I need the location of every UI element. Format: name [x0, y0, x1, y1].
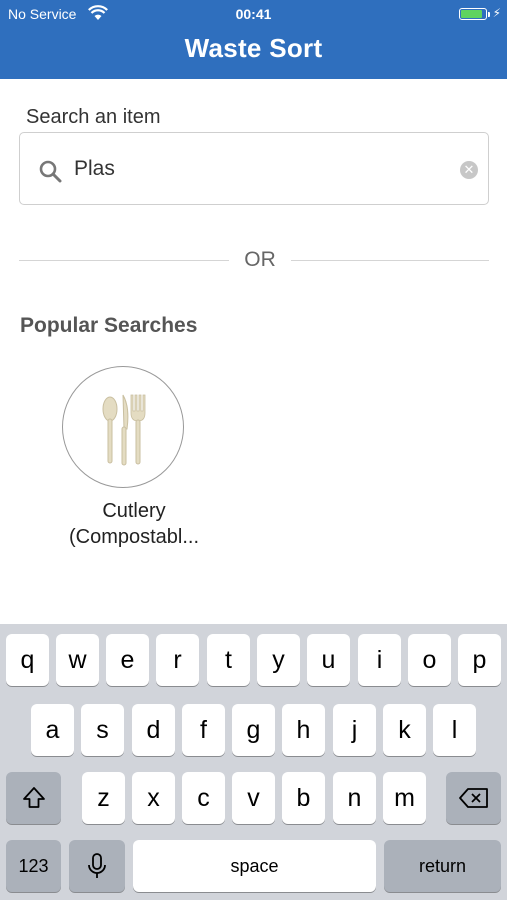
key-z[interactable]: z — [82, 772, 125, 824]
key-w[interactable]: w — [56, 634, 99, 686]
key-h[interactable]: h — [282, 704, 325, 756]
on-screen-keyboard: q w e r t y u i o p a s d f g h j k l z … — [0, 624, 507, 900]
charging-icon: ⚡ — [492, 6, 501, 20]
cutlery-image — [62, 366, 184, 488]
caption-line-1: Cutlery — [102, 500, 166, 522]
key-c[interactable]: c — [182, 772, 225, 824]
space-key[interactable]: space — [133, 840, 376, 892]
key-d[interactable]: d — [132, 704, 175, 756]
microphone-icon — [88, 853, 106, 878]
status-bar: No Service 00:41 ⚡ — [0, 0, 507, 28]
popular-item-caption: Cutlery (Compostabl... — [28, 498, 240, 550]
shift-icon — [22, 787, 45, 808]
popular-item-cutlery[interactable]: Cutlery (Compostabl... — [28, 364, 240, 554]
delete-key[interactable] — [446, 772, 501, 824]
key-n[interactable]: n — [333, 772, 376, 824]
search-label: Search an item — [26, 106, 161, 128]
microphone-key[interactable] — [69, 840, 125, 892]
battery-level — [461, 10, 483, 18]
return-key[interactable]: return — [384, 840, 501, 892]
search-icon — [39, 160, 62, 183]
key-i[interactable]: i — [358, 634, 401, 686]
battery-nub — [488, 12, 490, 17]
numbers-key[interactable]: 123 — [6, 840, 61, 892]
key-q[interactable]: q — [6, 634, 49, 686]
delete-icon — [458, 788, 488, 808]
divider-line-left — [19, 260, 229, 261]
key-o[interactable]: o — [408, 634, 451, 686]
key-y[interactable]: y — [257, 634, 300, 686]
page-title: Waste Sort — [184, 33, 323, 63]
key-e[interactable]: e — [106, 634, 149, 686]
battery-icon — [459, 8, 490, 20]
key-f[interactable]: f — [182, 704, 225, 756]
key-v[interactable]: v — [232, 772, 275, 824]
app-header: No Service 00:41 ⚡ Waste Sort — [0, 0, 507, 79]
key-r[interactable]: r — [156, 634, 199, 686]
or-divider: OR — [19, 246, 489, 276]
divider-line-right — [291, 260, 489, 261]
or-label: OR — [244, 248, 276, 271]
key-a[interactable]: a — [31, 704, 74, 756]
key-k[interactable]: k — [383, 704, 426, 756]
clock: 00:41 — [235, 6, 272, 22]
key-g[interactable]: g — [232, 704, 275, 756]
key-j[interactable]: j — [333, 704, 376, 756]
key-t[interactable]: t — [207, 634, 250, 686]
clear-icon[interactable]: ✕ — [460, 161, 478, 179]
cutlery-icon — [102, 394, 146, 466]
key-x[interactable]: x — [132, 772, 175, 824]
popular-searches-title: Popular Searches — [20, 314, 198, 337]
key-m[interactable]: m — [383, 772, 426, 824]
search-input[interactable] — [74, 151, 454, 187]
search-box[interactable]: ✕ — [19, 132, 489, 205]
shift-key[interactable] — [6, 772, 61, 824]
caption-line-2: (Compostabl... — [68, 526, 200, 548]
key-u[interactable]: u — [307, 634, 350, 686]
key-l[interactable]: l — [433, 704, 476, 756]
key-b[interactable]: b — [282, 772, 325, 824]
key-s[interactable]: s — [81, 704, 124, 756]
key-p[interactable]: p — [458, 634, 501, 686]
